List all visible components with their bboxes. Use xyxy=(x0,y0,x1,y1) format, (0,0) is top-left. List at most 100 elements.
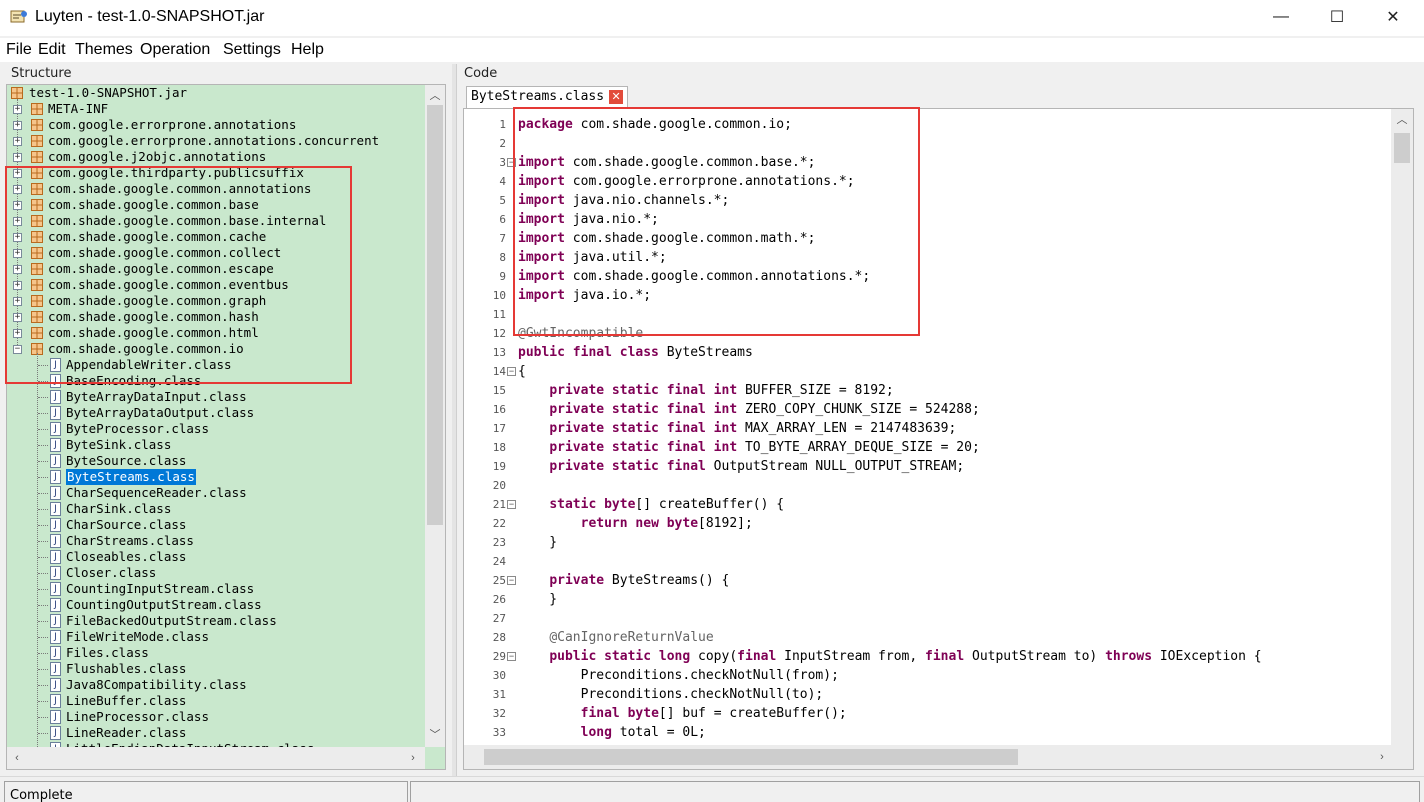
code-text: ZERO_COPY_CHUNK_SIZE = 524288; xyxy=(737,402,980,417)
tree-package[interactable]: + META-INF xyxy=(7,101,423,117)
line-number: 1 xyxy=(499,118,506,131)
tree-class[interactable]: J Java8Compatibility.class xyxy=(7,677,423,693)
luyten-app-icon xyxy=(10,10,27,23)
code-line: private static final int TO_BYTE_ARRAY_D… xyxy=(518,438,979,457)
code-line: Preconditions.checkNotNull(from); xyxy=(518,666,839,685)
tree-package[interactable]: + com.google.errorprone.annotations.concu… xyxy=(7,133,423,149)
tree-class[interactable]: J CharSequenceReader.class xyxy=(7,485,423,501)
fold-icon[interactable]: − xyxy=(507,367,516,376)
line-number: 15 xyxy=(492,384,506,397)
tree-class[interactable]: J ByteSink.class xyxy=(7,437,423,453)
code-text: [] buf = createBuffer(); xyxy=(658,706,847,721)
menu-bar: File Edit Themes Operation Settings Help xyxy=(0,38,1424,62)
code-horizontal-scrollbar[interactable]: › xyxy=(464,745,1413,769)
tree-class[interactable]: J Closeables.class xyxy=(7,549,423,565)
menu-themes[interactable]: Themes xyxy=(75,40,133,60)
menu-edit[interactable]: Edit xyxy=(38,40,66,60)
code-scroll-thumb[interactable] xyxy=(1394,133,1410,163)
expand-icon[interactable]: + xyxy=(13,105,22,114)
code-vertical-scrollbar[interactable]: ︿ xyxy=(1391,109,1413,745)
code-line: private static final int BUFFER_SIZE = 8… xyxy=(518,381,893,400)
scroll-left-icon[interactable]: ‹ xyxy=(9,750,25,766)
tree-package[interactable]: + com.google.errorprone.annotations xyxy=(7,117,423,133)
line-number: 12 xyxy=(492,327,506,340)
code-scroll-right-icon[interactable]: › xyxy=(1374,749,1390,765)
expand-icon[interactable]: + xyxy=(13,121,22,130)
expand-icon[interactable]: + xyxy=(13,137,22,146)
tree-branch-line xyxy=(38,509,48,510)
fold-icon[interactable]: − xyxy=(507,652,516,661)
line-number: 17 xyxy=(492,422,506,435)
tab-bytestreams[interactable]: ByteStreams.class ✕ xyxy=(466,86,629,108)
maximize-button[interactable]: ☐ xyxy=(1314,0,1360,34)
tree-class[interactable]: J CharStreams.class xyxy=(7,533,423,549)
tree-root[interactable]: test-1.0-SNAPSHOT.jar xyxy=(7,85,423,101)
code-line: long total = 0L; xyxy=(518,723,706,742)
tree-class[interactable]: J LineReader.class xyxy=(7,725,423,741)
code-line: return new byte[8192]; xyxy=(518,514,753,533)
tree-class[interactable]: J CharSource.class xyxy=(7,517,423,533)
scroll-right-icon[interactable]: › xyxy=(405,750,421,766)
scroll-up-icon[interactable]: ︿ xyxy=(427,88,443,104)
tree-label: Closeables.class xyxy=(66,549,187,564)
code-hscroll-thumb[interactable] xyxy=(484,749,1018,765)
tree-class[interactable]: J CountingInputStream.class xyxy=(7,581,423,597)
tree-horizontal-scrollbar[interactable]: ‹ › xyxy=(7,747,425,769)
code-line: public static long copy(final InputStrea… xyxy=(518,647,1262,666)
tree-class[interactable]: J ByteStreams.class xyxy=(7,469,423,485)
close-window-button[interactable]: ✕ xyxy=(1370,0,1416,34)
minimize-button[interactable]: — xyxy=(1258,0,1304,34)
tree-class[interactable]: J FileWriteMode.class xyxy=(7,629,423,645)
code-text: copy( xyxy=(690,649,738,664)
scroll-down-icon[interactable]: ﹀ xyxy=(427,727,443,743)
code-line: final byte[] buf = createBuffer(); xyxy=(518,704,847,723)
tree-class[interactable]: J FileBackedOutputStream.class xyxy=(7,613,423,629)
menu-file[interactable]: File xyxy=(6,40,32,60)
tree-package[interactable]: + com.google.j2objc.annotations xyxy=(7,149,423,165)
tree-branch-line xyxy=(38,413,48,414)
expand-icon[interactable]: + xyxy=(13,153,22,162)
menu-settings[interactable]: Settings xyxy=(223,40,281,60)
tree-branch-line xyxy=(38,429,48,430)
java-class-icon: J xyxy=(50,710,61,724)
tree-branch-line xyxy=(38,397,48,398)
java-class-icon: J xyxy=(50,470,61,484)
java-class-icon: J xyxy=(50,406,61,420)
tree-class[interactable]: J ByteArrayDataOutput.class xyxy=(7,405,423,421)
tree-class[interactable]: J Flushables.class xyxy=(7,661,423,677)
code-text: IOException { xyxy=(1152,649,1262,664)
tree-branch-line xyxy=(38,573,48,574)
fold-icon[interactable]: − xyxy=(507,576,516,585)
tab-close-icon[interactable]: ✕ xyxy=(609,89,624,104)
line-number: 32 xyxy=(492,707,506,720)
tree-branch-line xyxy=(38,557,48,558)
tree-class[interactable]: J LineProcessor.class xyxy=(7,709,423,725)
code-text: total = 0L; xyxy=(611,725,706,740)
menu-help[interactable]: Help xyxy=(291,40,324,60)
title-bar: Luyten - test-1.0-SNAPSHOT.jar — ☐ ✕ xyxy=(0,0,1424,36)
java-class-icon: J xyxy=(50,678,61,692)
tree-scroll-thumb[interactable] xyxy=(427,105,443,525)
fold-icon[interactable]: − xyxy=(507,500,516,509)
menu-operation[interactable]: Operation xyxy=(140,40,210,60)
tree-branch-line xyxy=(38,669,48,670)
line-number: 25 xyxy=(492,574,506,587)
tree-class[interactable]: J Files.class xyxy=(7,645,423,661)
tree-label-selected: ByteStreams.class xyxy=(66,469,196,485)
tree-class[interactable]: J ByteArrayDataInput.class xyxy=(7,389,423,405)
tree-vertical-scrollbar[interactable]: ︿ ﹀ xyxy=(425,85,445,747)
tree-class[interactable]: J LineBuffer.class xyxy=(7,693,423,709)
tree-class[interactable]: J ByteProcessor.class xyxy=(7,421,423,437)
status-text: Complete xyxy=(4,781,408,802)
code-scroll-up-icon[interactable]: ︿ xyxy=(1394,112,1410,128)
tree-branch-line xyxy=(38,653,48,654)
code-keyword: private static final int xyxy=(549,421,738,436)
tree-class[interactable]: J ByteSource.class xyxy=(7,453,423,469)
tree-class[interactable]: J CountingOutputStream.class xyxy=(7,597,423,613)
tree-class[interactable]: J Closer.class xyxy=(7,565,423,581)
tree-class[interactable]: J CharSink.class xyxy=(7,501,423,517)
